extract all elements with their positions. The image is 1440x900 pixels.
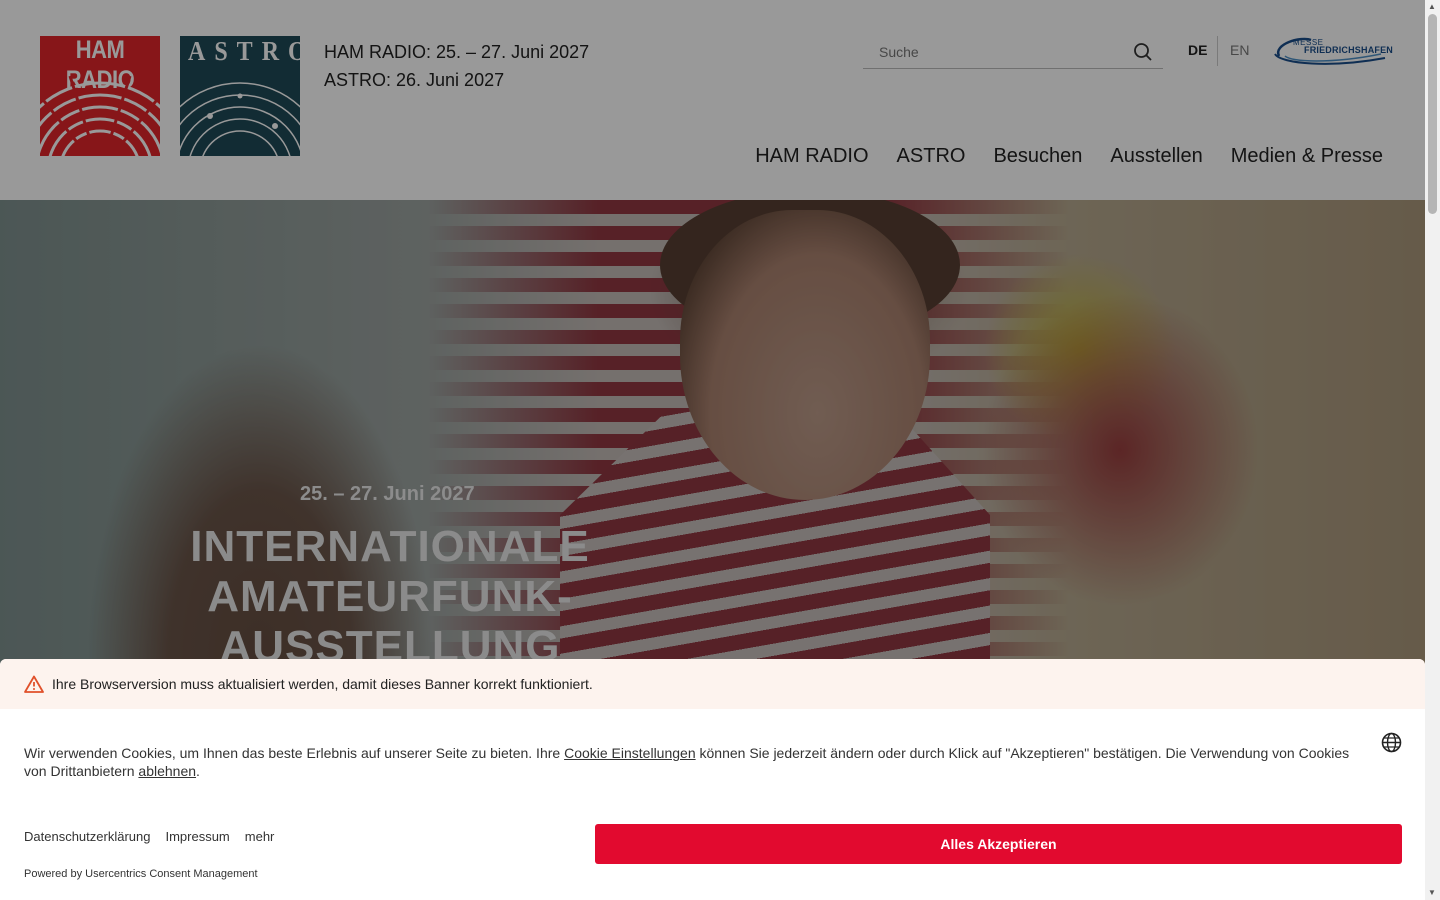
consent-message: Wir verwenden Cookies, um Ihnen das best… [24, 744, 1364, 780]
consent-footer-links: Datenschutzerklärung Impressum mehr [24, 829, 274, 844]
scroll-thumb[interactable] [1428, 14, 1437, 214]
privacy-policy-link[interactable]: Datenschutzerklärung [24, 829, 150, 844]
more-link[interactable]: mehr [245, 829, 275, 844]
cookie-consent-banner: Ihre Browserversion muss aktualisiert we… [0, 659, 1425, 900]
powered-by: Powered by Usercentrics Consent Manageme… [24, 868, 258, 880]
globe-icon[interactable] [1381, 732, 1402, 753]
consent-text-part: Wir verwenden Cookies, um Ihnen das best… [24, 745, 565, 761]
warning-icon [24, 675, 44, 693]
scroll-down-arrow-icon[interactable]: ▼ [1428, 888, 1436, 897]
decline-link[interactable]: ablehnen [138, 763, 196, 779]
scroll-up-arrow-icon[interactable]: ▲ [1428, 2, 1436, 11]
browser-warning: Ihre Browserversion muss aktualisiert we… [0, 659, 1425, 709]
page-scrollbar[interactable]: ▲ ▼ [1425, 0, 1440, 900]
accept-all-button[interactable]: Alles Akzeptieren [595, 824, 1402, 864]
warning-text: Ihre Browserversion muss aktualisiert we… [52, 676, 593, 692]
consent-text-part: . [196, 763, 200, 779]
imprint-link[interactable]: Impressum [165, 829, 229, 844]
cookie-settings-link[interactable]: Cookie Einstellungen [564, 745, 696, 761]
